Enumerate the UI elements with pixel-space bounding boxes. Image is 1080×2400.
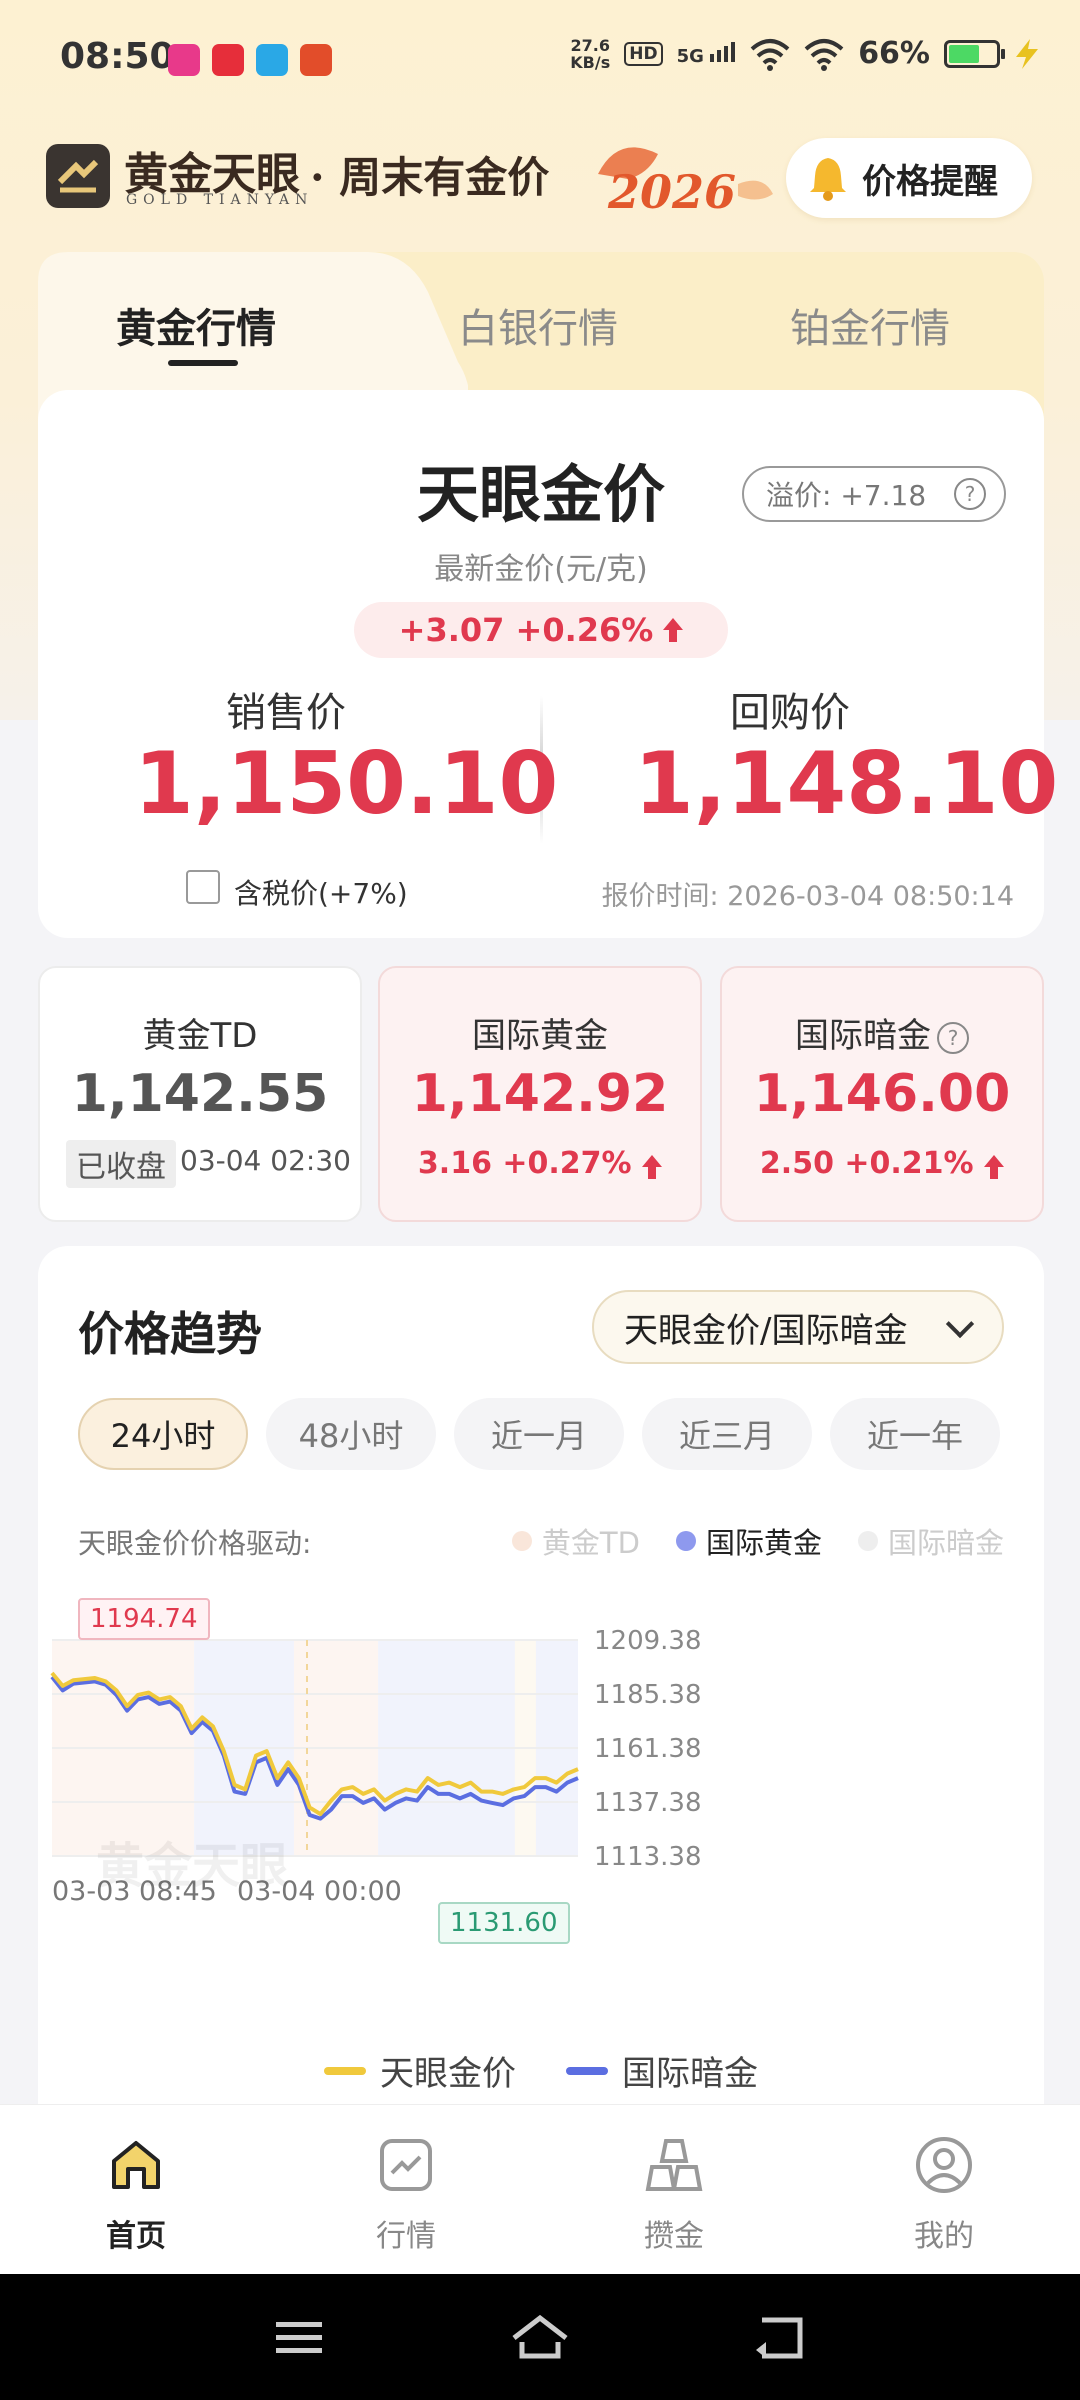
chart-trend-icon — [380, 2139, 432, 2191]
price-alert-button[interactable]: 价格提醒 — [786, 138, 1032, 218]
tax-label[interactable]: 含税价(+7%) — [234, 872, 408, 912]
nav-market[interactable]: 行情 — [336, 2135, 476, 2255]
back-icon[interactable] — [752, 2312, 806, 2362]
battery-icon — [944, 39, 1005, 68]
card-title: 国际暗金? — [722, 1008, 1042, 1057]
buy-price: 1,148.10 — [634, 734, 1059, 834]
year-2026-art: 2026 — [598, 147, 773, 219]
range-1m[interactable]: 近一月 — [454, 1398, 624, 1470]
gold-td-card[interactable]: 黄金TD 1,142.55 已收盘 03-04 02:30 — [38, 966, 362, 1222]
bottom-nav: 首页 行情 攒金 我的 — [0, 2104, 1080, 2274]
driver-label: 天眼金价价格驱动: — [78, 1527, 312, 1560]
app-notification-icon — [212, 44, 244, 76]
driver-legend: 黄金TD 国际黄金 国际暗金 — [511, 1520, 1004, 1562]
tab-indicator — [168, 360, 238, 366]
close-time: 03-04 02:30 — [180, 1144, 351, 1177]
y-tick-label: 1161.38 — [594, 1734, 702, 1764]
up-arrow-icon — [663, 618, 684, 642]
buy-label: 回购价 — [730, 690, 850, 736]
price-change: +3.07 +0.26% — [354, 602, 728, 658]
price-subtitle: 最新金价(元/克) — [434, 552, 648, 587]
system-nav-bar — [0, 2274, 1080, 2400]
range-24h[interactable]: 24小时 — [78, 1398, 248, 1470]
tab-platinum[interactable]: 铂金行情 — [790, 296, 950, 354]
chart-watermark: 黄金天眼 — [96, 1838, 289, 1894]
up-arrow-icon — [642, 1155, 663, 1179]
charging-icon — [1016, 38, 1038, 69]
home-nav-icon[interactable] — [508, 2312, 572, 2362]
quote-time: 报价时间: 2026-03-04 08:50:14 — [601, 881, 1014, 912]
chevron-down-icon — [945, 1309, 975, 1339]
nav-save-gold[interactable]: 攒金 — [604, 2135, 744, 2255]
app-notification-icon — [300, 44, 332, 76]
app-notification-icon — [168, 44, 200, 76]
nav-profile[interactable]: 我的 — [874, 2135, 1014, 2255]
svg-text:2026: 2026 — [607, 165, 736, 219]
clock: 08:50 — [60, 36, 175, 77]
time-range-tabs: 24小时 48小时 近一月 近三月 近一年 — [78, 1398, 1000, 1470]
sell-price: 1,150.10 — [134, 734, 559, 834]
range-48h[interactable]: 48小时 — [266, 1398, 436, 1470]
price-trend-card: 价格趋势 天眼金价/国际暗金 24小时 48小时 近一月 近三月 近一年 天眼金… — [38, 1246, 1044, 2106]
battery-percent: 66% — [858, 36, 930, 71]
card-value: 1,146.00 — [753, 1064, 1011, 1124]
status-badge: 已收盘 — [66, 1140, 176, 1188]
nav-home[interactable]: 首页 — [66, 2135, 206, 2255]
telegram-icon — [256, 44, 288, 76]
max-price-label: 1194.74 — [78, 1598, 210, 1640]
y-tick-label: 1137.38 — [594, 1788, 702, 1818]
wifi-icon — [750, 38, 790, 71]
logo-icon — [46, 144, 110, 208]
card-title: 国际黄金 — [472, 1016, 608, 1056]
series-selector[interactable]: 天眼金价/国际暗金 — [592, 1290, 1004, 1364]
card-change: 3.16 +0.27% — [380, 1146, 700, 1181]
driver-dark-gold[interactable]: 国际暗金 — [857, 1520, 1004, 1562]
driver-td[interactable]: 黄金TD — [511, 1520, 640, 1562]
brand-name-en: GOLD TIANYAN — [126, 192, 314, 208]
slogan: · 周末有金价 — [310, 153, 550, 202]
tab-gold[interactable]: 黄金行情 — [116, 296, 276, 354]
y-tick-label: 1209.38 — [594, 1626, 702, 1656]
intl-gold-card[interactable]: 国际黄金 1,142.92 3.16 +0.27% — [378, 966, 702, 1222]
net-speed: 27.6 KB/s — [570, 35, 611, 72]
wifi-icon — [804, 38, 844, 71]
gold-bars-icon — [645, 2139, 703, 2191]
card-value: 1,142.55 — [71, 1064, 329, 1124]
sell-label: 销售价 — [226, 690, 346, 736]
min-price-label: 1131.60 — [438, 1902, 570, 1944]
bell-icon — [810, 158, 846, 201]
status-bar: 08:50 27.6 KB/s HD 5G 66% — [0, 0, 1080, 120]
tax-checkbox[interactable] — [186, 870, 220, 904]
home-icon — [112, 2141, 160, 2189]
hd-icon: HD — [624, 41, 663, 66]
trend-title: 价格趋势 — [78, 1307, 262, 1361]
tab-silver[interactable]: 白银行情 — [458, 296, 618, 354]
y-tick-label: 1185.38 — [594, 1680, 702, 1710]
trend-chart[interactable]: 1209.381185.381161.381137.381113.3803-03… — [38, 1576, 1044, 2016]
driver-intl-gold[interactable]: 国际黄金 — [675, 1520, 822, 1562]
legend-item: 天眼金价 — [324, 2046, 516, 2095]
legend-item: 国际暗金 — [566, 2046, 758, 2095]
user-icon — [916, 2137, 972, 2193]
menu-icon[interactable] — [274, 2318, 324, 2358]
card-value: 1,142.92 — [411, 1064, 669, 1124]
chart-legend: 天眼金价 国际暗金 — [38, 2046, 1044, 2095]
up-arrow-icon — [984, 1155, 1005, 1179]
signal-icon: 5G — [677, 40, 737, 67]
premium-badge[interactable]: 溢价: +7.18 ? — [742, 466, 1006, 522]
price-card: 黄金行情 白银行情 铂金行情 天眼金价 溢价: +7.18 ? 最新金价(元/克… — [38, 252, 1058, 938]
help-icon[interactable]: ? — [954, 478, 986, 510]
card-title: 黄金TD — [142, 1016, 258, 1056]
notification-icons — [168, 44, 332, 76]
card-change: 2.50 +0.21% — [722, 1146, 1042, 1181]
range-1y[interactable]: 近一年 — [830, 1398, 1000, 1470]
help-icon[interactable]: ? — [937, 1021, 969, 1054]
range-3m[interactable]: 近三月 — [642, 1398, 812, 1470]
intl-dark-gold-card[interactable]: 国际暗金? 1,146.00 2.50 +0.21% — [720, 966, 1044, 1222]
app-header: 黄金天眼 GOLD TIANYAN · 周末有金价 2026 价格提醒 — [0, 128, 1080, 228]
y-tick-label: 1113.38 — [594, 1842, 702, 1872]
